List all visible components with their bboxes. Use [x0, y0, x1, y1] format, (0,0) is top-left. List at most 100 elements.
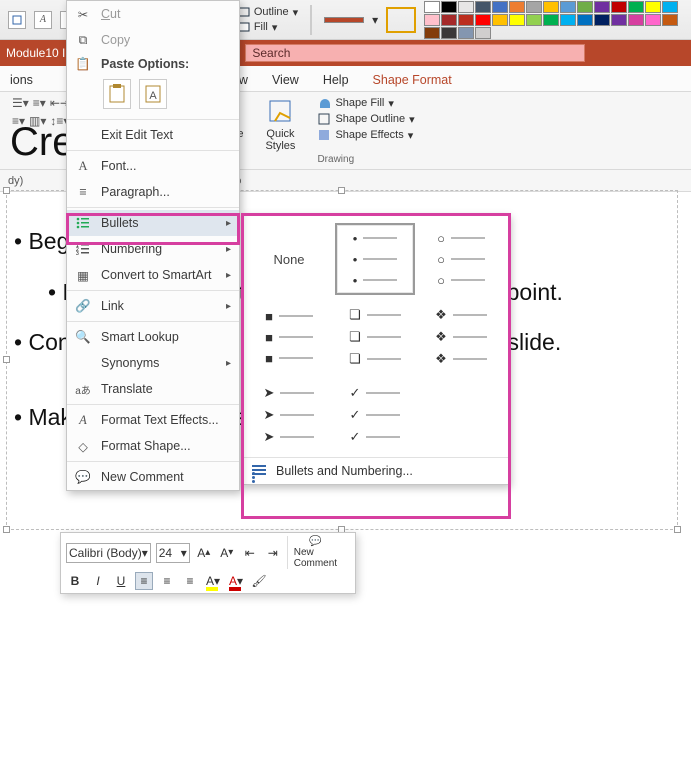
color-swatch[interactable]	[441, 27, 457, 39]
color-swatch[interactable]	[611, 1, 627, 13]
highlight-button[interactable]: A▾	[204, 572, 222, 590]
shape-fill-button[interactable]: Shape Fill▾	[317, 96, 414, 110]
color-swatch[interactable]	[526, 14, 542, 26]
bold-button[interactable]: B	[66, 572, 84, 590]
underline-button[interactable]: U	[112, 572, 130, 590]
selected-color-swatch[interactable]	[386, 7, 416, 33]
bullets-and-numbering-button[interactable]: Bullets and Numbering...	[242, 457, 508, 484]
outline-dropdown[interactable]: Outline ▾	[236, 6, 298, 19]
color-swatch[interactable]	[662, 1, 678, 13]
format-painter-button[interactable]: 🖌	[250, 572, 268, 590]
quick-styles-button[interactable]: Quick Styles	[265, 96, 295, 152]
fontsize-select[interactable]: 24▾	[156, 543, 190, 563]
numbering-icon[interactable]: ≡▾	[33, 96, 46, 110]
chevron-down-icon[interactable]: ▾	[372, 13, 378, 27]
color-swatch[interactable]	[509, 14, 525, 26]
paste-text-only-button[interactable]: A	[139, 79, 167, 109]
color-swatch[interactable]	[594, 14, 610, 26]
color-swatch[interactable]	[543, 1, 559, 13]
theme-sample[interactable]	[324, 17, 364, 23]
color-swatch[interactable]	[645, 1, 661, 13]
color-palette[interactable]	[424, 1, 683, 39]
slide-title[interactable]: Cre	[10, 120, 74, 165]
fill-label: Fill	[254, 21, 268, 33]
tab-help[interactable]: Help	[321, 69, 351, 91]
color-swatch[interactable]	[424, 1, 440, 13]
bullet-option[interactable]: ○○○	[421, 223, 501, 295]
search-input[interactable]: Search	[245, 44, 585, 62]
color-swatch[interactable]	[458, 1, 474, 13]
align-center-button[interactable]: ≡	[158, 572, 176, 590]
color-swatch[interactable]	[441, 1, 457, 13]
ctx-exit-edit[interactable]: Exit Edit Text	[67, 122, 239, 148]
style-field[interactable]: dy)	[8, 175, 23, 187]
decrease-indent-button[interactable]: ⇤	[241, 544, 259, 562]
ctx-font[interactable]: A Font...	[67, 153, 239, 179]
bullet-option[interactable]: ❏❏❏	[335, 301, 415, 373]
color-swatch[interactable]	[475, 14, 491, 26]
ctx-smart-lookup[interactable]: 🔍 Smart Lookup	[67, 324, 239, 350]
color-swatch[interactable]	[662, 14, 678, 26]
color-swatch[interactable]	[577, 14, 593, 26]
color-swatch[interactable]	[492, 1, 508, 13]
shape-outline-button[interactable]: Shape Outline▾	[317, 112, 414, 126]
grow-font-button[interactable]: A▴	[195, 544, 213, 562]
bullets-icon[interactable]: ☰▾	[12, 96, 29, 110]
fill-dropdown[interactable]: Fill ▾	[236, 21, 298, 34]
align-left-button[interactable]: ≡	[135, 572, 153, 590]
bullet-option[interactable]: ➤➤➤	[249, 379, 329, 451]
fontcolor-button[interactable]: A▾	[227, 572, 245, 590]
color-swatch[interactable]	[475, 27, 491, 39]
italic-button[interactable]: I	[89, 572, 107, 590]
color-swatch[interactable]	[628, 1, 644, 13]
bullet-option[interactable]: None	[249, 223, 329, 295]
paste-keep-source-button[interactable]	[103, 79, 131, 109]
color-swatch[interactable]	[611, 14, 627, 26]
ctx-bullets[interactable]: Bullets ▸	[67, 210, 239, 236]
bullet-option[interactable]: ❖❖❖	[421, 301, 501, 373]
ctx-paragraph[interactable]: ≡ Paragraph...	[67, 179, 239, 205]
color-swatch[interactable]	[543, 14, 559, 26]
color-swatch[interactable]	[509, 1, 525, 13]
tab-partial[interactable]: ions	[8, 69, 35, 91]
color-swatch[interactable]	[560, 14, 576, 26]
color-swatch[interactable]	[628, 14, 644, 26]
color-swatch[interactable]	[424, 14, 440, 26]
copy-icon: ⧉	[75, 32, 91, 48]
ctx-numbering[interactable]: 123 Numbering ▸	[67, 236, 239, 262]
increase-indent-button[interactable]: ⇥	[264, 544, 282, 562]
new-comment-button[interactable]: 💬 New Comment	[287, 536, 337, 569]
shrink-font-button[interactable]: A▾	[218, 544, 236, 562]
ctx-text-effects[interactable]: A Format Text Effects...	[67, 407, 239, 433]
font-select[interactable]: Calibri (Body)▾	[66, 543, 151, 563]
ctx-translate[interactable]: aあ Translate	[67, 376, 239, 402]
color-swatch[interactable]	[560, 1, 576, 13]
quick-styles-label: Quick Styles	[265, 128, 295, 152]
color-swatch[interactable]	[475, 1, 491, 13]
tab-shape-format[interactable]: Shape Format	[371, 69, 454, 91]
color-swatch[interactable]	[594, 1, 610, 13]
bullet-option[interactable]: ■■■	[249, 301, 329, 373]
svg-text:3: 3	[76, 251, 79, 257]
color-swatch[interactable]	[577, 1, 593, 13]
color-swatch[interactable]	[458, 27, 474, 39]
ctx-format-shape[interactable]: ◇ Format Shape...	[67, 433, 239, 459]
bullet-option[interactable]: ✓✓✓	[335, 379, 415, 451]
ctx-synonyms[interactable]: Synonyms ▸	[67, 350, 239, 376]
shape-effects-button[interactable]: Shape Effects▾	[317, 128, 414, 142]
scissors-icon: ✂	[75, 6, 91, 22]
ctx-new-comment[interactable]: 💬 New Comment	[67, 464, 239, 490]
color-swatch[interactable]	[492, 14, 508, 26]
ctx-link[interactable]: 🔗 Link ▸	[67, 293, 239, 319]
color-swatch[interactable]	[441, 14, 457, 26]
color-swatch[interactable]	[458, 14, 474, 26]
tab-view[interactable]: View	[270, 69, 301, 91]
color-swatch[interactable]	[424, 27, 440, 39]
bullet-option[interactable]: •••	[335, 223, 415, 295]
align-right-button[interactable]: ≡	[181, 572, 199, 590]
qat-button[interactable]	[8, 11, 26, 29]
qat-textdir-icon[interactable]: A	[34, 11, 52, 29]
color-swatch[interactable]	[526, 1, 542, 13]
ctx-smartart[interactable]: ▦ Convert to SmartArt ▸	[67, 262, 239, 288]
color-swatch[interactable]	[645, 14, 661, 26]
